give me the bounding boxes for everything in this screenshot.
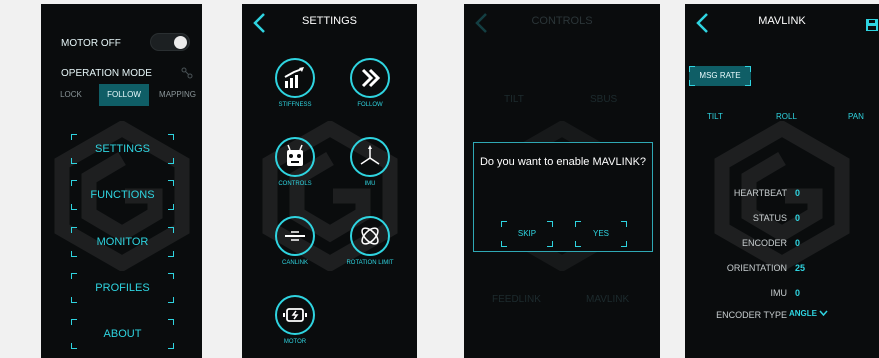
encoder-label: ENCODER: [741, 238, 787, 248]
roll-column-label: ROLL: [776, 112, 797, 121]
stiffness-icon: [284, 67, 304, 88]
toggle-knob: [174, 36, 187, 49]
tile-stiffness[interactable]: STIFFNESS: [265, 58, 325, 108]
encoder-row: ENCODER 0: [685, 238, 879, 252]
operation-mode-selector: LOCK FOLLOW MAPPING: [47, 84, 202, 106]
orientation-row: ORIENTATION 25: [685, 263, 879, 277]
status-value: 0: [795, 213, 801, 223]
imu-row: IMU 0: [685, 288, 879, 302]
encoder-type-label: ENCODER TYPE: [716, 310, 787, 320]
save-icon[interactable]: [865, 18, 879, 32]
settings-button-label: SETTINGS: [94, 143, 150, 155]
profiles-button[interactable]: PROFILES: [71, 273, 174, 303]
msg-rate-label: MSG RATE: [699, 71, 741, 80]
about-button[interactable]: ABOUT: [71, 319, 174, 349]
encoder-type-row: ENCODER TYPE ANGLE: [685, 309, 879, 324]
tile-imu[interactable]: IMU: [340, 137, 400, 187]
tile-motor[interactable]: MOTOR: [265, 295, 325, 345]
yes-button-label: YES: [592, 229, 609, 238]
tile-label: MOTOR: [283, 339, 307, 345]
monitor-button[interactable]: MONITOR: [71, 227, 174, 257]
faded-sbus-label: SBUS: [590, 94, 618, 105]
mode-lock[interactable]: LOCK: [47, 84, 95, 106]
status-row: STATUS 0: [685, 213, 879, 227]
encoder-type-value: ANGLE: [789, 309, 817, 318]
mavlink-screen: MAVLINK MSG RATE TILT ROLL PAN HEARTBEAT…: [685, 4, 879, 358]
orientation-label: ORIENTATION: [726, 263, 787, 273]
controls-screen: CONTROLS TILT SBUS FEEDLINK MAVLINK Do y…: [464, 4, 660, 358]
msg-rate-button[interactable]: MSG RATE: [689, 66, 751, 86]
faded-mavlink-label: MAVLINK: [586, 294, 630, 305]
pan-column-label: PAN: [848, 112, 864, 121]
tile-rotation-limit[interactable]: ROTATION LIMIT: [340, 216, 400, 266]
tile-controls[interactable]: CONTROLS: [265, 137, 325, 187]
rotation-icon: [361, 227, 379, 245]
tile-label: CONTROLS: [278, 181, 312, 187]
motor-status-label: MOTOR OFF: [61, 38, 121, 49]
follow-arrows-icon: [361, 68, 381, 88]
imu-label: IMU: [770, 288, 788, 298]
tile-label: CANLINK: [281, 260, 308, 266]
encoder-type-dropdown[interactable]: ANGLE: [789, 309, 828, 318]
operation-mode-label: OPERATION MODE: [61, 68, 152, 79]
encoder-value: 0: [795, 238, 801, 248]
page-title: SETTINGS: [301, 15, 357, 27]
tile-label: IMU: [364, 181, 376, 187]
imu-value: 0: [795, 288, 801, 298]
tile-canlink[interactable]: CANLINK: [265, 216, 325, 266]
yes-button[interactable]: YES: [575, 221, 627, 247]
tile-label: ROTATION LIMIT: [346, 260, 394, 266]
about-button-label: ABOUT: [103, 328, 142, 340]
link-icon[interactable]: [181, 67, 193, 79]
page-title: MAVLINK: [758, 15, 806, 27]
skip-button[interactable]: SKIP: [501, 221, 553, 247]
heartbeat-row: HEARTBEAT 0: [685, 188, 879, 202]
axes-icon: [360, 145, 380, 165]
faded-tilt-label: TILT: [504, 94, 524, 105]
heartbeat-value: 0: [795, 188, 801, 198]
functions-button-label: FUNCTIONS: [90, 189, 155, 201]
tile-label: FOLLOW: [357, 102, 383, 108]
main-menu-screen: MOTOR OFF OPERATION MODE LOCK FOLLOW MAP…: [41, 4, 202, 358]
settings-screen: SETTINGS STIFFNESS FOLLOW CONTROLS IMU C…: [242, 4, 417, 358]
tile-follow[interactable]: FOLLOW: [340, 58, 400, 108]
tilt-column-label: TILT: [707, 112, 723, 121]
chevron-down-icon: [819, 310, 828, 317]
remote-controller-icon: [287, 144, 303, 166]
dialog-message: Do you want to enable MAVLINK?: [479, 156, 647, 168]
faded-feedlink-label: FEEDLINK: [492, 294, 541, 305]
monitor-button-label: MONITOR: [96, 236, 149, 248]
functions-button[interactable]: FUNCTIONS: [71, 180, 174, 210]
status-label: STATUS: [752, 213, 787, 223]
canlink-icon: [285, 231, 305, 241]
heartbeat-label: HEARTBEAT: [733, 188, 787, 198]
page-title: CONTROLS: [531, 15, 593, 27]
tile-label: STIFFNESS: [278, 102, 312, 108]
orientation-value: 25: [795, 263, 806, 273]
profiles-button-label: PROFILES: [95, 282, 150, 294]
motor-toggle[interactable]: [150, 33, 190, 51]
skip-button-label: SKIP: [517, 229, 537, 238]
mode-mapping[interactable]: MAPPING: [153, 84, 202, 106]
mode-follow[interactable]: FOLLOW: [99, 84, 149, 106]
settings-button[interactable]: SETTINGS: [71, 134, 174, 164]
motor-icon: [283, 308, 307, 322]
enable-mavlink-dialog: Do you want to enable MAVLINK? SKIP YES: [473, 142, 653, 252]
